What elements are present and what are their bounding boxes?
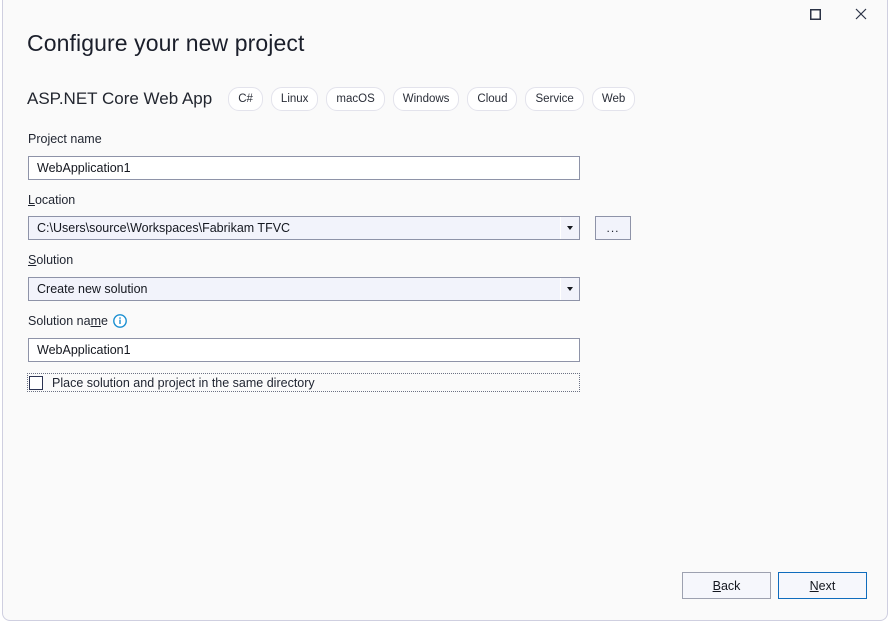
tag-web: Web [592, 87, 635, 111]
project-name-label-post: Project name [28, 132, 102, 146]
next-button[interactable]: Next [778, 572, 867, 599]
maximize-icon [810, 9, 821, 20]
browse-location-button[interactable]: ... [595, 216, 631, 240]
back-button-label-post: ack [721, 579, 740, 593]
maximize-button[interactable] [793, 0, 837, 28]
solution-label-post: olution [36, 253, 73, 267]
same-directory-checkbox[interactable] [29, 376, 43, 390]
tag-service: Service [525, 87, 583, 111]
configure-project-dialog: Configure your new project ASP.NET Core … [2, 0, 888, 621]
location-label: Location [28, 193, 75, 207]
next-button-label-post: ext [819, 579, 836, 593]
next-button-label-key: N [810, 579, 819, 593]
tag-macos: macOS [326, 87, 384, 111]
same-directory-label: Place solution and project in the same d… [52, 376, 315, 390]
location-combobox[interactable]: C:\Users\source\Workspaces\Fabrikam TFVC [28, 216, 580, 240]
back-button[interactable]: Back [682, 572, 771, 599]
solution-name-input[interactable]: WebApplication1 [28, 338, 580, 362]
solution-name-value: WebApplication1 [37, 343, 131, 357]
page-title: Configure your new project [27, 30, 304, 57]
location-label-post: ocation [35, 193, 75, 207]
solution-name-label-post: e [101, 314, 108, 328]
same-directory-label-pre: Place solution and project in the same [52, 376, 267, 390]
browse-location-label: ... [606, 224, 619, 232]
chevron-down-icon[interactable] [560, 278, 579, 300]
solution-name-label-key: m [91, 314, 101, 328]
close-icon [855, 8, 867, 20]
location-value: C:\Users\source\Workspaces\Fabrikam TFVC [29, 221, 560, 235]
tag-cloud: Cloud [467, 87, 517, 111]
close-button[interactable] [839, 0, 883, 28]
solution-value: Create new solution [29, 282, 560, 296]
project-name-value: WebApplication1 [37, 161, 131, 175]
tag-windows: Windows [393, 87, 460, 111]
template-summary: ASP.NET Core Web App C# Linux macOS Wind… [27, 86, 643, 112]
solution-name-label-pre: Solution na [28, 314, 91, 328]
title-bar [3, 0, 887, 28]
location-label-key: L [28, 193, 35, 207]
template-name: ASP.NET Core Web App [27, 89, 212, 109]
solution-label: Solution [28, 253, 73, 267]
project-name-input[interactable]: WebApplication1 [28, 156, 580, 180]
back-button-label-key: B [713, 579, 721, 593]
tag-language: C# [228, 87, 263, 111]
info-icon[interactable] [113, 314, 127, 331]
solution-name-label: Solution name [28, 314, 127, 331]
tag-linux: Linux [271, 87, 319, 111]
project-name-label: Project name [28, 132, 102, 146]
same-directory-label-post: irectory [274, 376, 315, 390]
same-directory-checkbox-row[interactable]: Place solution and project in the same d… [27, 373, 580, 392]
same-directory-label-key: d [267, 376, 274, 390]
solution-combobox[interactable]: Create new solution [28, 277, 580, 301]
chevron-down-icon[interactable] [560, 217, 579, 239]
